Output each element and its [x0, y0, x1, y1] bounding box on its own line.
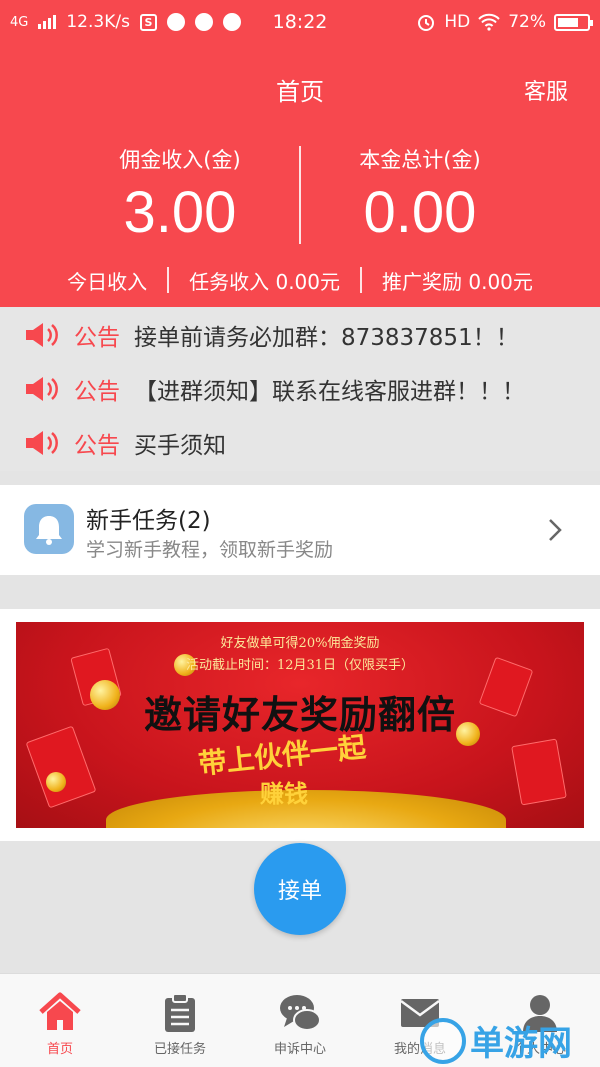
hd-indicator: HD — [444, 12, 471, 32]
announcement-tag: 公告 — [74, 433, 120, 459]
banner-section: 好友做单可得20%佣金奖励 活动截止时间：12月31日（仅限买手） 邀请好友奖励… — [0, 609, 600, 841]
app-s-icon: S — [139, 13, 157, 31]
tab-appeals[interactable]: 申诉中心 — [240, 974, 360, 1067]
tab-home[interactable]: 首页 — [0, 974, 120, 1067]
clock: 18:22 — [272, 11, 328, 33]
principal-stat: 本金总计(金) 0.00 — [290, 144, 550, 248]
invite-banner[interactable]: 好友做单可得20%佣金奖励 活动截止时间：12月31日（仅限买手） 邀请好友奖励… — [16, 622, 584, 828]
speaker-icon — [26, 431, 58, 455]
speaker-icon — [26, 323, 58, 347]
bell-icon — [24, 504, 74, 554]
alarm-icon — [418, 15, 435, 31]
announcement-item[interactable]: 公告 【进群须知】联系在线客服进群！！！ — [24, 371, 525, 407]
tab-label: 申诉中心 — [273, 1042, 326, 1057]
banner-title: 邀请好友奖励翻倍 — [143, 692, 456, 737]
header: 首页 客服 佣金收入(金) 3.00 本金总计(金) 0.00 今日收入 任务收… — [0, 44, 600, 307]
network-type: 4G — [10, 14, 29, 30]
chevron-right-icon — [549, 519, 562, 541]
banner-line2: 活动截止时间：12月31日（仅限买手） — [185, 658, 415, 673]
speaker-icon — [26, 377, 58, 401]
banner-subtitle2: 赚钱 — [260, 779, 308, 808]
commission-label: 佣金收入(金) — [119, 148, 241, 172]
commission-value: 3.00 — [123, 180, 237, 245]
home-icon — [39, 992, 81, 1030]
smiley-logo-icon — [420, 1017, 466, 1064]
status-bar: 4G 12.3K/s S 18:22 HD 72% — [0, 0, 600, 44]
today-income: 今日收入 — [67, 269, 148, 294]
announcement-tag: 公告 — [74, 379, 120, 405]
income-summary: 今日收入 任务收入 0.00元 推广奖励 0.00元 — [0, 264, 600, 296]
message-app-icon — [166, 13, 185, 31]
announcement-tag: 公告 — [74, 325, 120, 351]
announcement-item[interactable]: 公告 买手须知 — [24, 425, 226, 461]
announcement-text: 接单前请务必加群：873837851！！ — [134, 325, 519, 351]
battery-icon — [554, 13, 593, 31]
tab-label: 已接任务 — [153, 1042, 206, 1057]
commission-stat: 佣金收入(金) 3.00 — [50, 144, 310, 248]
signal-icon — [38, 15, 57, 29]
clipboard-icon — [165, 993, 195, 1032]
task-income: 任务收入 0.00元 — [189, 269, 340, 294]
banner-line1: 好友做单可得20%佣金奖励 — [220, 636, 380, 651]
battery-percent: 72% — [508, 12, 546, 32]
watermark-text: 单游网 — [470, 1024, 572, 1064]
wifi-icon — [478, 13, 500, 31]
gold-coin-icon — [46, 772, 66, 792]
watermark-logo: 单游网 — [420, 1016, 572, 1065]
task-title: 新手任务(2) — [86, 508, 211, 534]
divider — [167, 267, 170, 293]
principal-value: 0.00 — [363, 180, 477, 245]
task-subtitle: 学习新手教程，领取新手奖励 — [86, 539, 334, 561]
chat-bubbles-icon — [280, 995, 321, 1031]
announcement-text: 【进群须知】联系在线客服进群！！！ — [134, 379, 525, 405]
browser-app-icon — [194, 13, 213, 31]
accept-order-button[interactable]: 接单 — [254, 843, 346, 935]
promo-reward: 推广奖励 0.00元 — [382, 269, 533, 294]
fire-app-icon — [222, 13, 241, 31]
red-envelope-icon — [511, 738, 567, 806]
announcement-text: 买手须知 — [134, 433, 226, 459]
announcement-item[interactable]: 公告 接单前请务必加群：873837851！！ — [24, 317, 519, 353]
network-speed: 12.3K/s — [66, 12, 130, 32]
tab-accepted-tasks[interactable]: 已接任务 — [120, 974, 240, 1067]
page-title: 首页 — [276, 78, 324, 106]
announcement-list: 公告 接单前请务必加群：873837851！！ 公告 【进群须知】联系在线客服进… — [0, 307, 600, 471]
newbie-task-row[interactable]: 新手任务(2) 学习新手教程，领取新手奖励 — [0, 485, 600, 575]
principal-label: 本金总计(金) — [359, 148, 481, 172]
customer-service-link[interactable]: 客服 — [524, 74, 568, 106]
divider — [360, 267, 362, 293]
tab-label: 首页 — [46, 1042, 73, 1057]
